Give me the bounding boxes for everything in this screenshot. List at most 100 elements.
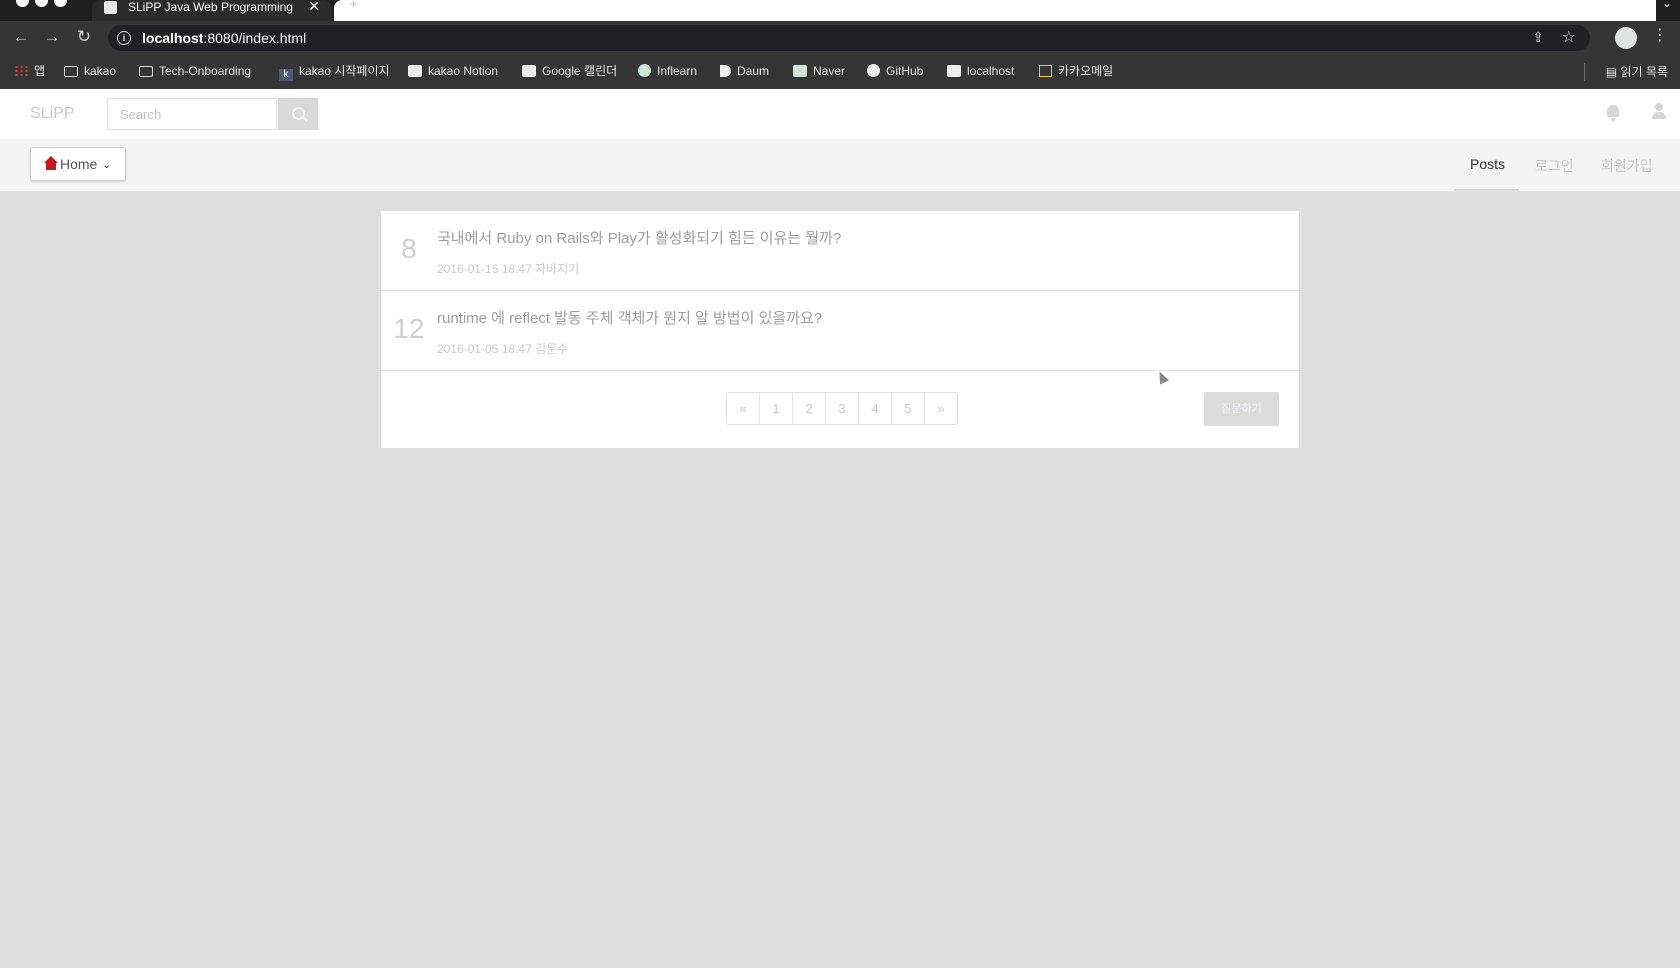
- post-meta: 2016-01-15 18:47 자바지기: [437, 260, 579, 277]
- list-item[interactable]: 8 국내에서 Ruby on Rails와 Play가 활성화되기 힘든 이유는…: [381, 211, 1299, 291]
- tab-title: SLiPP Java Web Programming: [128, 0, 293, 14]
- tab-search-icon[interactable]: ⌄: [1662, 0, 1672, 10]
- daum-icon: [720, 65, 731, 77]
- search-button[interactable]: [278, 98, 318, 130]
- bookmark-kakao[interactable]: kakao: [64, 63, 116, 79]
- post-list-panel: 8 국내에서 Ruby on Rails와 Play가 활성화되기 힘든 이유는…: [381, 211, 1299, 448]
- post-number: 8: [401, 233, 417, 264]
- apps-grid-icon: [14, 65, 28, 77]
- inflearn-icon: [638, 64, 651, 77]
- bookmark-google-calendar[interactable]: Google 캘린더: [522, 63, 617, 79]
- top-navbar: SLiPP: [0, 89, 1680, 139]
- home-label: Home: [60, 156, 98, 172]
- url-text[interactable]: localhost:8080/index.html: [142, 30, 306, 46]
- page-icon: [947, 65, 961, 77]
- bookmark-label: localhost: [967, 64, 1015, 78]
- bookmark-naver[interactable]: Naver: [793, 63, 845, 79]
- browser-tab-active[interactable]: SLiPP Java Web Programming ✕: [92, 0, 332, 21]
- page-viewport: SLiPP Home ⌄ Posts 로그인 회원가입 8 국내에서 Ruby o…: [0, 89, 1680, 968]
- nav-signup[interactable]: 회원가입: [1601, 156, 1653, 176]
- bookmark-tech-onboarding[interactable]: Tech-Onboarding: [139, 63, 251, 79]
- search-icon: [292, 107, 305, 120]
- brand-logo[interactable]: SLiPP: [30, 105, 74, 123]
- post-title[interactable]: runtime 에 reflect 발동 주체 객체가 뭔지 알 방법이 있을까…: [437, 307, 822, 328]
- profile-avatar[interactable]: [1615, 27, 1637, 49]
- nav-login[interactable]: 로그인: [1535, 156, 1574, 176]
- home-dropdown-button[interactable]: Home ⌄: [30, 147, 126, 181]
- github-icon: [867, 64, 880, 77]
- post-author[interactable]: 자바지기: [535, 262, 579, 276]
- post-number: 12: [393, 313, 425, 344]
- folder-icon: [139, 66, 153, 77]
- google-calendar-icon: [522, 65, 536, 77]
- bookmark-label: kakao Notion: [428, 64, 499, 78]
- bookmark-inflearn[interactable]: Inflearn: [638, 63, 697, 79]
- sub-navbar: Home ⌄ Posts 로그인 회원가입: [0, 139, 1680, 192]
- chevron-down-icon: ⌄: [102, 160, 111, 171]
- close-window-icon[interactable]: [16, 0, 29, 7]
- bookmark-kakao-mail[interactable]: 카카오메일: [1039, 63, 1113, 79]
- page-5[interactable]: 5: [891, 393, 924, 424]
- bookmark-label: Naver: [813, 64, 846, 78]
- search-input[interactable]: [107, 98, 277, 130]
- close-tab-icon[interactable]: ✕: [308, 0, 320, 13]
- post-date: 2016-01-05 18:47: [437, 342, 532, 356]
- address-bar[interactable]: i localhost:8080/index.html ⇪ ☆: [108, 25, 1590, 51]
- browser-tab-strip: SLiPP Java Web Programming ✕ + ⌄: [0, 0, 1680, 21]
- bookmark-label: Inflearn: [657, 64, 698, 78]
- page-4[interactable]: 4: [858, 393, 891, 424]
- bookmark-localhost[interactable]: localhost: [947, 63, 1014, 79]
- bookmark-daum[interactable]: Daum: [720, 63, 769, 79]
- list-item[interactable]: 12 runtime 에 reflect 발동 주체 객체가 뭔지 알 방법이 …: [381, 291, 1299, 371]
- post-title[interactable]: 국내에서 Ruby on Rails와 Play가 활성화되기 힘든 이유는 뭘…: [437, 227, 841, 248]
- window-controls[interactable]: [16, 0, 76, 7]
- zoom-window-icon[interactable]: [54, 0, 67, 7]
- reload-icon[interactable]: ↻: [74, 27, 94, 47]
- page-1[interactable]: 1: [759, 393, 792, 424]
- nav-posts[interactable]: Posts: [1470, 156, 1505, 172]
- bookmark-label: kakao 시작페이지: [299, 64, 390, 78]
- bookmark-label: 카카오메일: [1058, 64, 1114, 78]
- bookmarks-bar: 앱 kakao Tech-Onboarding k kakao 시작페이지 kak…: [0, 55, 1680, 90]
- page-next[interactable]: »: [924, 393, 957, 424]
- page-favicon-icon: [104, 1, 117, 14]
- bookmark-kakao-start[interactable]: k kakao 시작페이지: [279, 63, 390, 81]
- back-arrow-icon[interactable]: ←: [11, 27, 31, 47]
- share-icon[interactable]: ⇪: [1532, 29, 1544, 46]
- page-prev[interactable]: «: [727, 393, 759, 424]
- reading-list-label: 읽기 목록: [1620, 65, 1669, 79]
- bookmark-kakao-notion[interactable]: kakao Notion: [408, 63, 498, 79]
- bookmark-label: 앱: [34, 64, 46, 78]
- active-tab-indicator: [1454, 189, 1519, 191]
- bookmark-label: Daum: [737, 64, 770, 78]
- url-path: :8080/index.html: [203, 30, 307, 46]
- folder-icon: [64, 66, 78, 77]
- bell-icon[interactable]: [1607, 105, 1619, 121]
- page-3[interactable]: 3: [825, 393, 858, 424]
- bookmark-label: GitHub: [886, 64, 924, 78]
- pagination: « 1 2 3 4 5 »: [726, 392, 958, 425]
- reading-list[interactable]: ▤ 읽기 목록: [1606, 63, 1668, 80]
- user-icon[interactable]: [1652, 103, 1666, 119]
- site-info-icon[interactable]: i: [117, 31, 131, 45]
- new-tab-area: +: [334, 0, 1656, 21]
- browser-menu-icon[interactable]: ⋮: [1652, 26, 1668, 46]
- page-2[interactable]: 2: [792, 393, 825, 424]
- minimize-window-icon[interactable]: [35, 0, 48, 7]
- bookmark-label: Tech-Onboarding: [159, 64, 252, 78]
- naver-icon: [793, 65, 807, 77]
- post-date: 2016-01-15 18:47: [437, 262, 532, 276]
- bookmark-github[interactable]: GitHub: [867, 63, 923, 79]
- kakao-k-icon: k: [279, 69, 293, 81]
- forward-arrow-icon[interactable]: →: [42, 27, 62, 47]
- new-tab-icon[interactable]: +: [350, 0, 357, 11]
- bookmark-label: Google 캘린더: [542, 64, 618, 78]
- bookmark-star-icon[interactable]: ☆: [1562, 27, 1576, 47]
- url-host: localhost: [142, 30, 204, 46]
- notion-icon: [408, 65, 422, 77]
- bookmarks-divider: [1584, 63, 1585, 81]
- write-question-button[interactable]: 질문하기: [1204, 392, 1279, 426]
- home-icon: [44, 156, 58, 170]
- post-author[interactable]: 김문수: [535, 342, 568, 356]
- bookmark-apps[interactable]: 앱: [14, 63, 45, 79]
